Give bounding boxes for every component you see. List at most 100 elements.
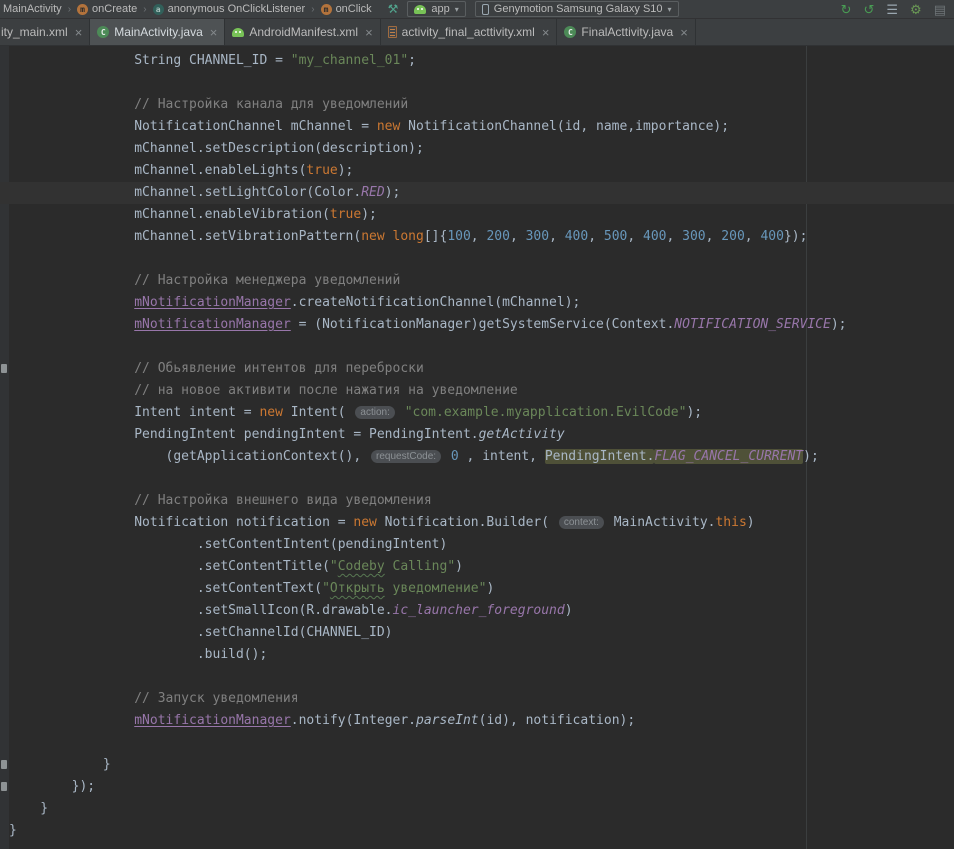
parameter-hint: action: bbox=[355, 406, 394, 419]
code-line[interactable]: .setSmallIcon(R.drawable.ic_launcher_for… bbox=[9, 600, 954, 622]
code-line[interactable]: // Настройка внешнего вида уведомления bbox=[9, 490, 954, 512]
code-token: mNotificationManager bbox=[134, 295, 291, 310]
code-line[interactable]: }); bbox=[9, 776, 954, 798]
code-token: ); bbox=[361, 207, 377, 222]
gutter-marker[interactable] bbox=[1, 364, 7, 373]
code-line[interactable]: mNotificationManager.notify(Integer.pars… bbox=[9, 710, 954, 732]
code-line[interactable]: .setContentTitle("Codeby Calling") bbox=[9, 556, 954, 578]
code-line[interactable]: String CHANNEL_ID = "my_channel_01"; bbox=[9, 50, 954, 72]
code-token: .notify(Integer. bbox=[291, 713, 416, 728]
code-token: getActivity bbox=[479, 427, 565, 442]
code-line[interactable]: mChannel.setVibrationPattern(new long[]{… bbox=[9, 226, 954, 248]
code-token: PendingIntent pendingIntent = PendingInt… bbox=[9, 427, 479, 442]
code-token: Открыть bbox=[330, 581, 385, 596]
code-token: mChannel.setLightColor(Color. bbox=[9, 185, 361, 200]
gutter-marker[interactable] bbox=[1, 782, 7, 791]
code-token: 300 bbox=[526, 229, 549, 244]
code-line[interactable]: } bbox=[9, 754, 954, 776]
apply-changes-icon[interactable]: ↺ bbox=[863, 3, 874, 16]
code-line[interactable] bbox=[9, 732, 954, 754]
code-line[interactable]: mChannel.setLightColor(Color.RED); bbox=[0, 182, 954, 204]
breadcrumb-item-onclick[interactable]: monClick bbox=[321, 3, 372, 15]
code-token: 200 bbox=[486, 229, 509, 244]
sync-icon[interactable]: ↻ bbox=[841, 3, 852, 16]
code-line[interactable] bbox=[9, 336, 954, 358]
code-token: // на новое активити после нажатия на ув… bbox=[9, 383, 518, 398]
close-icon[interactable]: × bbox=[365, 26, 373, 39]
build-icon[interactable]: ⚒ bbox=[388, 3, 399, 15]
breadcrumb-item-anonymous-onclicklistener[interactable]: aanonymous OnClickListener bbox=[153, 3, 306, 15]
code-token: mChannel.setVibrationPattern( bbox=[9, 229, 361, 244]
code-line[interactable]: mChannel.setDescription(description); bbox=[9, 138, 954, 160]
code-line[interactable]: // Настройка канала для уведомлений bbox=[9, 94, 954, 116]
code-token: , bbox=[745, 229, 761, 244]
breadcrumb-item-oncreate[interactable]: monCreate bbox=[77, 3, 137, 15]
code-token: FLAG_CANCEL_CURRENT bbox=[654, 449, 803, 464]
sdk-manager-icon[interactable]: ⚙ bbox=[910, 3, 922, 16]
code-line[interactable]: Intent intent = new Intent( action: "com… bbox=[9, 402, 954, 424]
close-icon[interactable]: × bbox=[542, 26, 550, 39]
tab-mainactivity-java[interactable]: CMainActivity.java× bbox=[90, 19, 225, 45]
breadcrumb-separator: › bbox=[68, 4, 71, 15]
code-line[interactable]: mNotificationManager = (NotificationMana… bbox=[9, 314, 954, 336]
code-token: 400 bbox=[565, 229, 588, 244]
code-token: 400 bbox=[643, 229, 666, 244]
code-line[interactable]: } bbox=[9, 798, 954, 820]
code-token: , bbox=[706, 229, 722, 244]
device-select[interactable]: Genymotion Samsung Galaxy S10 ▾ bbox=[475, 1, 679, 17]
tab-finalacttivity-java[interactable]: CFinalActtivity.java× bbox=[557, 19, 695, 45]
breadcrumb-label: anonymous OnClickListener bbox=[168, 3, 306, 15]
code-token: 100 bbox=[447, 229, 470, 244]
code-token: PendingIntent. bbox=[545, 449, 655, 464]
java-class-icon: C bbox=[564, 26, 576, 38]
code-line[interactable] bbox=[9, 468, 954, 490]
code-token: Calling" bbox=[385, 559, 455, 574]
tab-androidmanifest-xml[interactable]: AndroidManifest.xml× bbox=[225, 19, 380, 45]
code-token: ) bbox=[565, 603, 573, 618]
device-label: Genymotion Samsung Galaxy S10 bbox=[494, 3, 663, 15]
code-token: this bbox=[715, 515, 746, 530]
code-line[interactable]: NotificationChannel mChannel = new Notif… bbox=[9, 116, 954, 138]
code-token: new bbox=[361, 229, 384, 244]
code-token: "my_channel_01" bbox=[291, 53, 408, 68]
code-line[interactable]: // Обьявление интентов для переброски bbox=[9, 358, 954, 380]
code-token: new bbox=[259, 405, 282, 420]
parameter-hint: requestCode: bbox=[371, 450, 441, 463]
tab-activity-final-acttivity-xml[interactable]: activity_final_acttivity.xml× bbox=[381, 19, 558, 45]
tab-ity-main-xml[interactable]: ity_main.xml× bbox=[0, 19, 90, 45]
code-line[interactable]: .setContentIntent(pendingIntent) bbox=[9, 534, 954, 556]
code-line[interactable]: mChannel.enableVibration(true); bbox=[9, 204, 954, 226]
code-area[interactable]: String CHANNEL_ID = "my_channel_01"; // … bbox=[9, 46, 954, 842]
code-line[interactable] bbox=[9, 666, 954, 688]
code-line[interactable]: PendingIntent pendingIntent = PendingInt… bbox=[9, 424, 954, 446]
code-token: // Настройка канала для уведомлений bbox=[9, 97, 408, 112]
close-icon[interactable]: × bbox=[210, 26, 218, 39]
close-icon[interactable]: × bbox=[75, 26, 83, 39]
logcat-icon[interactable]: ☰ bbox=[886, 3, 898, 16]
code-token: RED bbox=[361, 185, 384, 200]
android-studio-window: MainActivity›monCreate›aanonymous OnClic… bbox=[0, 0, 954, 849]
breadcrumb-item-mainactivity[interactable]: MainActivity bbox=[3, 3, 62, 15]
tab-label: MainActivity.java bbox=[114, 25, 202, 39]
code-line[interactable]: // на новое активити после нажатия на ув… bbox=[9, 380, 954, 402]
code-token: ); bbox=[803, 449, 819, 464]
code-line[interactable] bbox=[9, 248, 954, 270]
toolbar-actions: ⚒ app ▾ Genymotion Samsung Galaxy S10 ▾ … bbox=[388, 1, 948, 17]
code-line[interactable]: (getApplicationContext(), requestCode: 0… bbox=[9, 446, 954, 468]
code-token: NotificationChannel mChannel = bbox=[9, 119, 377, 134]
code-line[interactable]: // Запуск уведомления bbox=[9, 688, 954, 710]
code-line[interactable] bbox=[9, 72, 954, 94]
code-line[interactable]: } bbox=[9, 820, 954, 842]
code-line[interactable]: mNotificationManager.createNotificationC… bbox=[9, 292, 954, 314]
code-token: .build(); bbox=[9, 647, 267, 662]
code-line[interactable]: mChannel.enableLights(true); bbox=[9, 160, 954, 182]
gutter-marker[interactable] bbox=[1, 760, 7, 769]
code-line[interactable]: // Настройка менеджера уведомлений bbox=[9, 270, 954, 292]
code-line[interactable]: .setContentText("Открыть уведомление") bbox=[9, 578, 954, 600]
code-line[interactable]: Notification notification = new Notifica… bbox=[9, 512, 954, 534]
code-line[interactable]: .setChannelId(CHANNEL_ID) bbox=[9, 622, 954, 644]
close-icon[interactable]: × bbox=[680, 26, 688, 39]
device-file-explorer-icon[interactable]: ▤ bbox=[934, 3, 946, 16]
run-config-select[interactable]: app ▾ bbox=[407, 1, 465, 17]
code-line[interactable]: .build(); bbox=[9, 644, 954, 666]
